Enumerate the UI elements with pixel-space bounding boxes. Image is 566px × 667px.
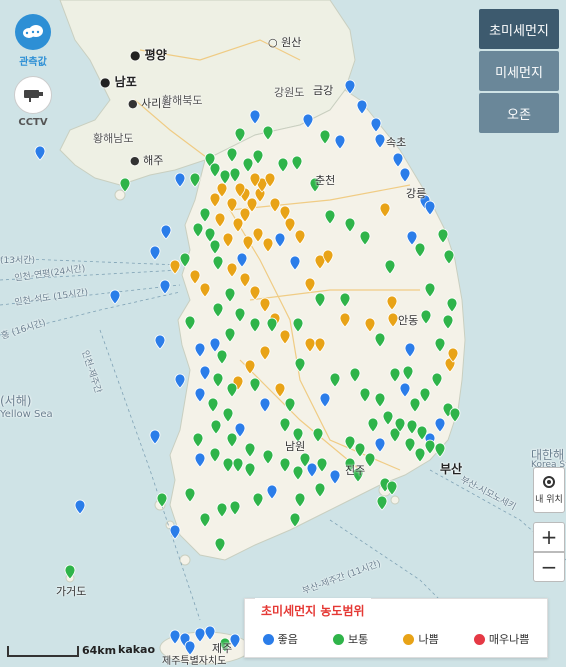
label-haeju: ● 해주 [130, 154, 164, 167]
label-gageodo: 가거도 [56, 585, 87, 598]
label-yellow-sea: (서해) [0, 394, 32, 408]
label-gangneung: 강릉 [406, 187, 427, 200]
legend-panel: 초미세먼지 농도범위 좋음 보통 나쁨 매우나쁨 [244, 598, 548, 658]
observation-button[interactable]: 관측값 [12, 14, 54, 68]
label-busan: 부산 [440, 462, 463, 476]
label-gangwon-north: 강원도 [274, 86, 305, 99]
legend-item-bad: 나쁨 [403, 631, 439, 647]
label-namwon: 남원 [285, 440, 306, 453]
tab-pm25[interactable]: 초미세먼지 [479, 9, 559, 49]
cctv-button[interactable]: CCTV [12, 76, 54, 128]
label-nampo: ● 남포 [100, 75, 137, 89]
scale-bar: 64km kakao [6, 642, 176, 660]
tab-pm10[interactable]: 미세먼지 [479, 51, 559, 91]
my-location-button[interactable]: 내 위치 [533, 467, 565, 513]
observation-label: 관측값 [19, 57, 47, 68]
legend-title: 초미세먼지 농도범위 [255, 598, 371, 623]
zoom-out-button[interactable]: − [533, 552, 565, 582]
good-dot-icon [262, 633, 274, 645]
label-andong: 안동 [398, 314, 419, 327]
label-chuncheon: 춘천 [315, 174, 336, 187]
label-wonsan: ○ 원산 [268, 36, 302, 49]
label-hwanghaenam: 황해남도 [93, 132, 134, 145]
normal-dot-icon [333, 633, 345, 645]
legend-item-normal: 보통 [333, 631, 368, 647]
label-geumgang: 금강 [313, 84, 334, 97]
kakao-logo: kakao [118, 643, 156, 656]
my-location-label: 내 위치 [535, 494, 563, 505]
cctv-icon [14, 76, 52, 114]
location-target-icon [543, 475, 555, 488]
label-hwanghaebuk: 황해북도 [162, 94, 203, 107]
label-pyongyang: ● 평양 [130, 48, 167, 62]
cloud-icon [15, 14, 51, 50]
legend-item-very-bad: 매우나쁨 [473, 631, 529, 647]
cctv-label: CCTV [18, 117, 48, 128]
label-sokcho: 속초 [386, 136, 407, 149]
label-jinju: 진주 [345, 464, 366, 477]
tab-ozone[interactable]: 오존 [479, 93, 559, 133]
zoom-in-button[interactable]: + [533, 522, 565, 552]
very-bad-dot-icon [473, 633, 485, 645]
label-yellow-sea-en: Yellow Sea [0, 409, 53, 420]
bad-dot-icon [403, 633, 415, 645]
legend-item-good: 좋음 [262, 631, 298, 647]
legend-items: 좋음 보통 나쁨 매우나쁨 [245, 631, 547, 647]
scale-line-icon [7, 646, 79, 657]
label-route-8: (13시간) [0, 256, 36, 266]
scale-label: 64km [82, 644, 117, 657]
